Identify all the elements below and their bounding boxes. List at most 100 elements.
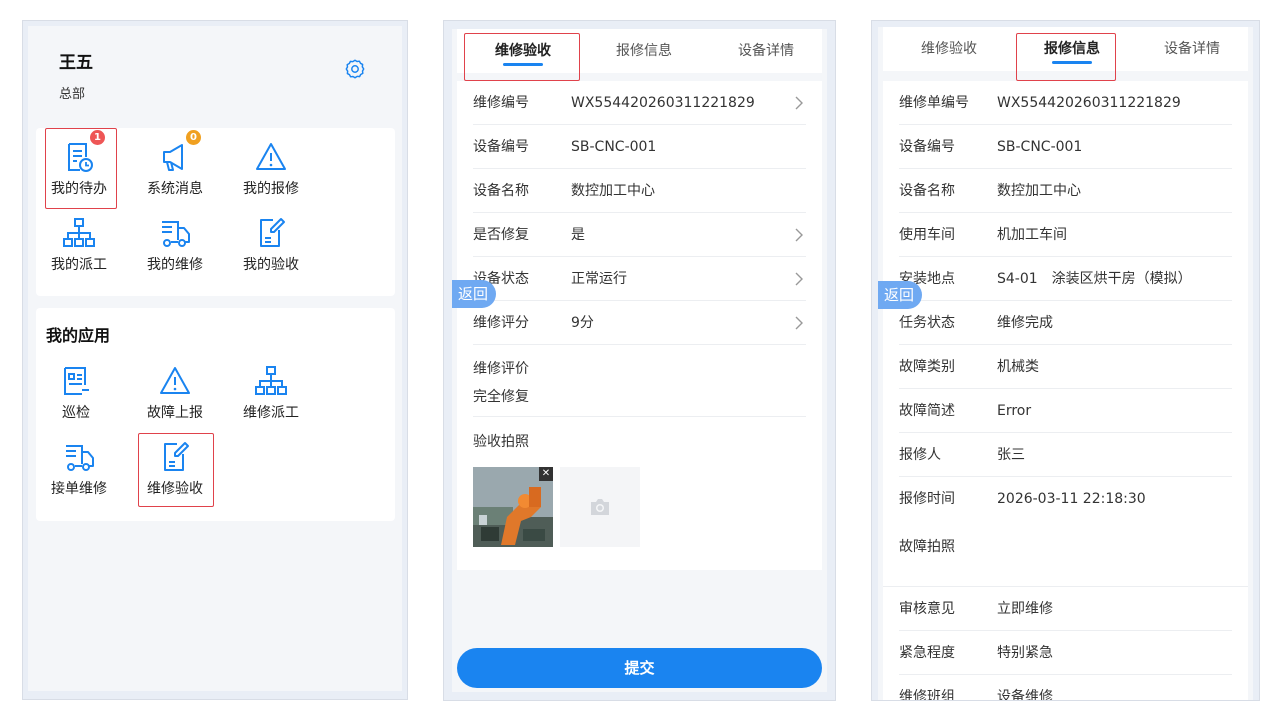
- tab-label: 报修信息: [616, 43, 672, 59]
- highlight-repair-acceptance: [138, 433, 214, 507]
- field-value: 正常运行: [571, 271, 627, 287]
- acceptance-background: 维修验收 报修信息 设备详情 维修编号 WX554420260311221829…: [452, 29, 827, 692]
- chevron-right-icon: [795, 272, 803, 286]
- shortcut-label: 我的维修: [147, 257, 203, 273]
- field-label: 报修人: [899, 447, 941, 463]
- field-value: 2026-03-11 22:18:30: [997, 491, 1146, 507]
- repair-info-background: 维修验收 报修信息 设备详情 维修单编号 WX55442026031122182…: [878, 27, 1253, 700]
- user-org: 总部: [59, 87, 86, 102]
- shortcut-my-dispatch[interactable]: 我的派工: [39, 216, 119, 274]
- highlight-active-tab: [1016, 33, 1116, 81]
- shortcut-label: 我的验收: [243, 257, 299, 273]
- shortcut-my-reports[interactable]: 我的报修: [231, 140, 311, 198]
- shortcut-label: 我的派工: [51, 257, 107, 273]
- form-row-repaired[interactable]: 是否修复 是: [473, 213, 806, 257]
- back-button[interactable]: 返回: [452, 280, 497, 308]
- field-label: 故障简述: [899, 403, 955, 419]
- info-row: 紧急程度 特别紧急: [899, 631, 1232, 675]
- shortcut-my-repairs[interactable]: 我的维修: [135, 216, 215, 274]
- megaphone-icon: [163, 144, 183, 171]
- shortcut-system-messages[interactable]: 系统消息: [135, 140, 215, 198]
- field-value: 是: [571, 227, 585, 243]
- evaluation-text[interactable]: 完全修复: [473, 375, 529, 419]
- tab-label: 设备详情: [1164, 41, 1220, 57]
- field-value: 机加工车间: [997, 227, 1067, 243]
- remove-photo-icon[interactable]: ✕: [539, 467, 553, 481]
- field-value: 机械类: [997, 359, 1039, 375]
- info-row: 维修单编号 WX554420260311221829: [899, 81, 1232, 125]
- apps-title: 我的应用: [46, 326, 111, 345]
- field-value: 立即维修: [997, 601, 1053, 617]
- user-name: 王五: [59, 53, 93, 73]
- fault-photo-label: 故障拍照: [899, 539, 955, 555]
- info-row: 安装地点 S4-01 涂装区烘干房（模拟）: [899, 257, 1232, 301]
- info-row: 使用车间 机加工车间: [899, 213, 1232, 257]
- org-tree-icon: [63, 218, 95, 247]
- back-button[interactable]: 返回: [878, 281, 923, 309]
- tab-device-details[interactable]: 设备详情: [706, 29, 826, 73]
- field-value: SB-CNC-001: [997, 139, 1083, 155]
- photo-thumbnail[interactable]: ✕: [473, 467, 553, 547]
- apps-card: 我的应用 巡检 故障上报 维修派工 接单维修 维修验收: [36, 308, 395, 521]
- field-value: 数控加工中心: [571, 183, 655, 199]
- repair-info-list: 维修单编号 WX554420260311221829 设备编号 SB-CNC-0…: [883, 81, 1248, 701]
- shortcut-label: 系统消息: [147, 181, 203, 197]
- info-row: 维修班组 设备维修: [899, 675, 1232, 701]
- home-screen: 王五 总部 我的待办 1 系统消息 0 我的报修 我的派工 我的维修 我的验收 …: [22, 20, 408, 700]
- app-repair-dispatch[interactable]: 维修派工: [231, 364, 311, 422]
- info-row: 故障类别 机械类: [899, 345, 1232, 389]
- chevron-right-icon: [795, 316, 803, 330]
- tab-label: 维修验收: [921, 41, 977, 57]
- org-tree-icon: [255, 366, 287, 395]
- shortcut-label: 我的报修: [243, 181, 299, 197]
- field-label: 设备编号: [473, 139, 529, 155]
- field-label: 报修时间: [899, 491, 955, 507]
- field-label: 故障类别: [899, 359, 955, 375]
- tab-device-details[interactable]: 设备详情: [1132, 27, 1252, 71]
- field-value: S4-01 涂装区烘干房（模拟）: [997, 271, 1192, 287]
- app-fault-report[interactable]: 故障上报: [135, 364, 215, 422]
- app-accept-repair[interactable]: 接单维修: [39, 440, 119, 498]
- gear-icon[interactable]: [344, 58, 366, 80]
- info-row: 设备名称 数控加工中心: [899, 169, 1232, 213]
- field-label: 维修单编号: [899, 95, 969, 111]
- truck-icon: [162, 221, 190, 247]
- repair-info-screen: 维修验收 报修信息 设备详情 维修单编号 WX55442026031122182…: [871, 20, 1260, 701]
- info-row: 故障简述 Error: [899, 389, 1232, 433]
- home-background: 王五 总部 我的待办 1 系统消息 0 我的报修 我的派工 我的维修 我的验收 …: [28, 26, 402, 691]
- app-label: 维修派工: [243, 405, 299, 421]
- warning-icon: [256, 143, 286, 170]
- field-label: 维修班组: [899, 689, 955, 701]
- form-row-evaluation[interactable]: 维修评价 完全修复: [473, 345, 806, 417]
- photo-label: 验收拍照: [473, 434, 529, 450]
- field-value: WX554420260311221829: [997, 95, 1181, 111]
- form-row-device-status[interactable]: 设备状态 正常运行: [473, 257, 806, 301]
- submit-button[interactable]: 提交: [457, 648, 822, 688]
- field-label: 维修编号: [473, 95, 529, 111]
- field-value: 9分: [571, 315, 594, 331]
- tab-label: 设备详情: [738, 43, 794, 59]
- field-value: Error: [997, 403, 1032, 419]
- field-value: WX554420260311221829: [571, 95, 755, 111]
- field-label: 使用车间: [899, 227, 955, 243]
- field-value: 设备维修: [997, 689, 1053, 701]
- tab-repair-acceptance[interactable]: 维修验收: [889, 27, 1009, 71]
- chevron-right-icon: [795, 228, 803, 242]
- form-row-repair-score[interactable]: 维修评分 9分: [473, 301, 806, 345]
- field-label: 是否修复: [473, 227, 529, 243]
- add-photo-button[interactable]: [560, 467, 640, 547]
- shortcut-my-acceptance[interactable]: 我的验收: [231, 216, 311, 274]
- acceptance-form: 维修编号 WX554420260311221829 设备编号 SB-CNC-00…: [457, 81, 822, 570]
- app-inspection[interactable]: 巡检: [36, 364, 116, 422]
- info-row: 任务状态 维修完成: [899, 301, 1232, 345]
- field-value: 特别紧急: [997, 645, 1053, 661]
- acceptance-screen: 维修验收 报修信息 设备详情 维修编号 WX554420260311221829…: [443, 20, 836, 701]
- tab-repair-info[interactable]: 报修信息: [584, 29, 704, 73]
- field-value: 维修完成: [997, 315, 1053, 331]
- field-label: 紧急程度: [899, 645, 955, 661]
- field-value: SB-CNC-001: [571, 139, 657, 155]
- highlight-my-todo: [45, 128, 117, 209]
- form-row-repair-no[interactable]: 维修编号 WX554420260311221829: [473, 81, 806, 125]
- messages-badge: 0: [186, 130, 201, 145]
- truck-icon: [66, 445, 94, 471]
